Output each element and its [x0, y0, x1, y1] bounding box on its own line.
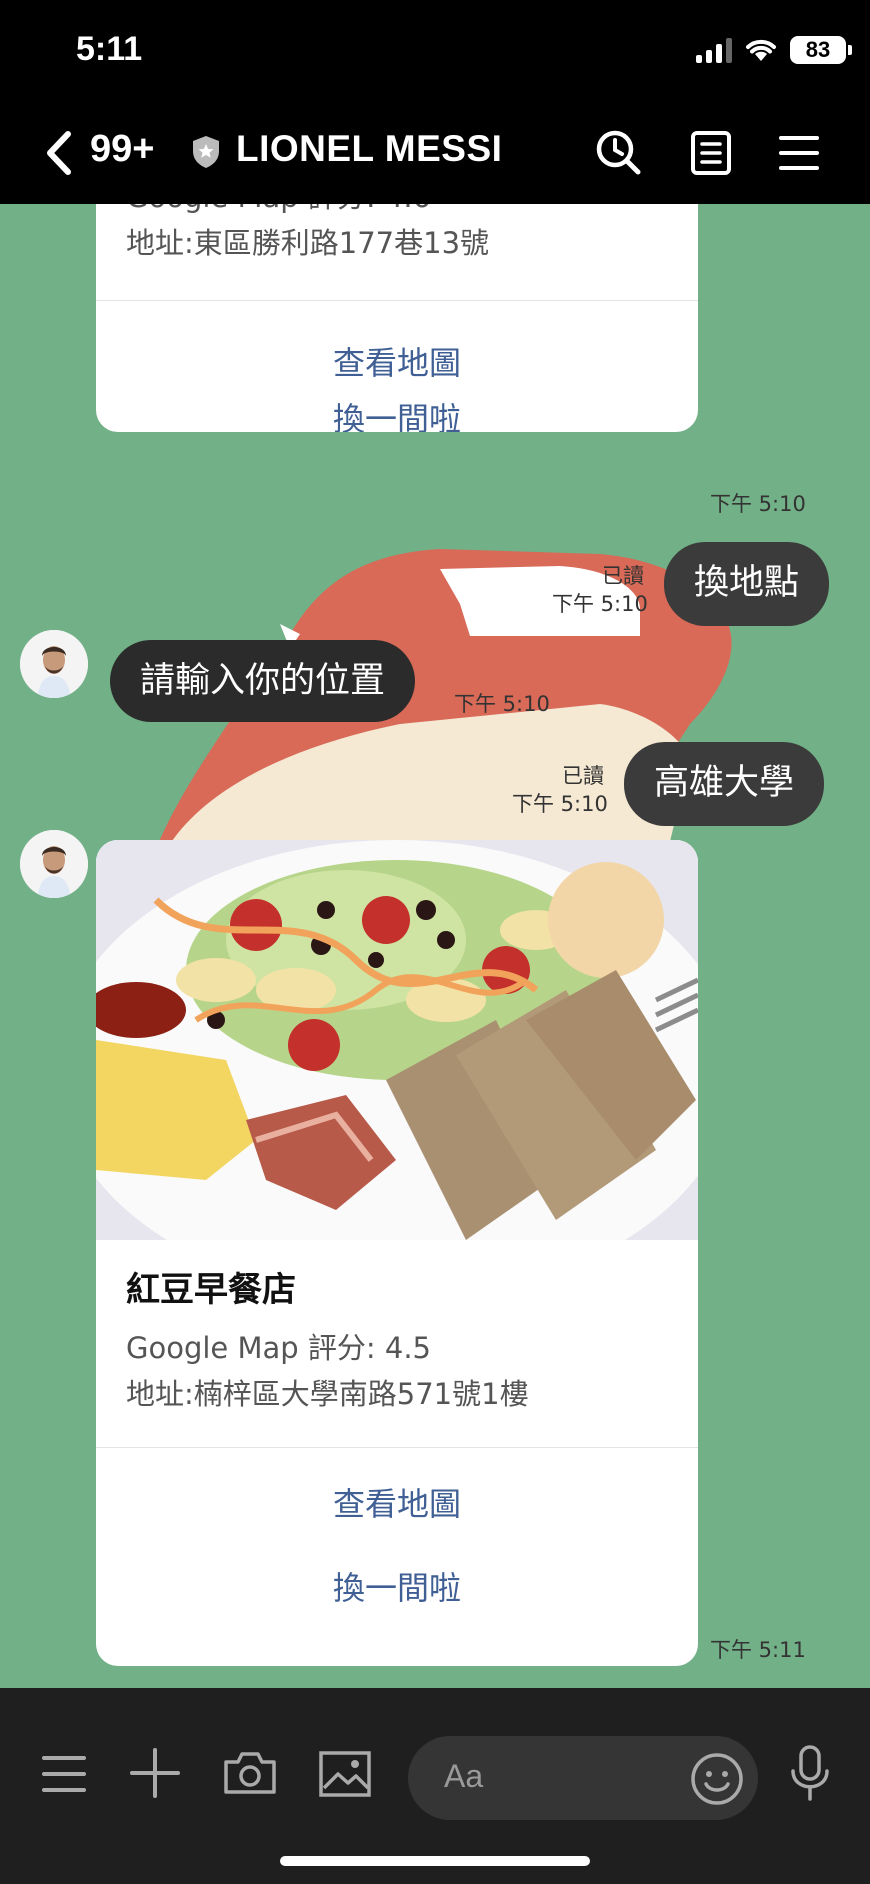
status-indicators: 83 — [696, 36, 852, 64]
chat-title: LIONEL MESSI — [236, 128, 503, 169]
message-time: 下午 5:10 — [710, 492, 806, 516]
image-icon[interactable] — [318, 1750, 372, 1798]
home-indicator[interactable] — [280, 1856, 590, 1866]
avatar-image — [20, 630, 88, 698]
food-image — [96, 840, 698, 1240]
signal-icon — [696, 37, 732, 63]
message-placeholder: Aa — [444, 1758, 484, 1794]
change-restaurant-button[interactable]: 換一間啦 — [96, 377, 698, 432]
message-time: 下午 5:10 — [454, 692, 550, 716]
plus-icon[interactable] — [130, 1748, 180, 1798]
outgoing-message[interactable]: 高雄大學 — [624, 742, 825, 826]
card-rating: Google Map 評分: 4.6 — [96, 204, 698, 220]
read-receipt: 已讀 — [602, 564, 644, 588]
avatar-image — [20, 830, 88, 898]
avatar[interactable] — [20, 630, 88, 698]
message-input-bar: Aa — [0, 1688, 870, 1884]
outgoing-message[interactable]: 換地點 — [664, 542, 830, 626]
battery-indicator: 83 — [790, 36, 852, 64]
notes-icon[interactable] — [690, 130, 732, 176]
restaurant-card: 紅豆早餐店 Google Map 評分: 4.5 地址:楠梓區大學南路571號1… — [96, 840, 698, 1666]
card-address: 地址:楠梓區大學南路571號1樓 — [126, 1377, 529, 1411]
back-arrow-icon[interactable] — [44, 130, 74, 176]
message-time: 下午 5:10 — [512, 792, 608, 816]
card-title: 紅豆早餐店 — [126, 1270, 296, 1310]
incoming-message[interactable]: 請輸入你的位置 — [110, 640, 416, 722]
menu-icon[interactable] — [778, 134, 820, 172]
avatar[interactable] — [20, 830, 88, 898]
view-map-button[interactable]: 查看地圖 — [96, 1462, 698, 1546]
read-receipt: 已讀 — [562, 764, 604, 788]
status-bar: 5:11 83 — [0, 0, 870, 100]
search-history-icon[interactable] — [594, 128, 642, 176]
status-time: 5:11 — [76, 30, 143, 68]
restaurant-card: Google Map 評分: 4.6 地址:東區勝利路177巷13號 查看地圖 … — [96, 204, 698, 432]
camera-icon[interactable] — [222, 1750, 278, 1796]
card-rating: Google Map 評分: 4.5 — [126, 1331, 432, 1365]
list-icon[interactable] — [42, 1754, 86, 1794]
restaurant-photo[interactable] — [96, 840, 698, 1240]
message-time: 下午 5:10 — [552, 592, 648, 616]
message-input[interactable]: Aa — [408, 1736, 758, 1820]
chat-history[interactable]: Google Map 評分: 4.6 地址:東區勝利路177巷13號 查看地圖 … — [0, 204, 870, 1688]
unread-count[interactable]: 99+ — [90, 128, 154, 171]
card-address: 地址:東區勝利路177巷13號 — [126, 226, 490, 260]
chat-header: 99+ LIONEL MESSI — [0, 100, 870, 204]
change-restaurant-button[interactable]: 換一間啦 — [96, 1546, 698, 1630]
message-time: 下午 5:11 — [710, 1638, 806, 1662]
wifi-icon — [746, 39, 776, 61]
shield-star-icon — [193, 136, 219, 168]
emoji-icon[interactable] — [690, 1752, 744, 1806]
microphone-icon[interactable] — [788, 1744, 832, 1802]
